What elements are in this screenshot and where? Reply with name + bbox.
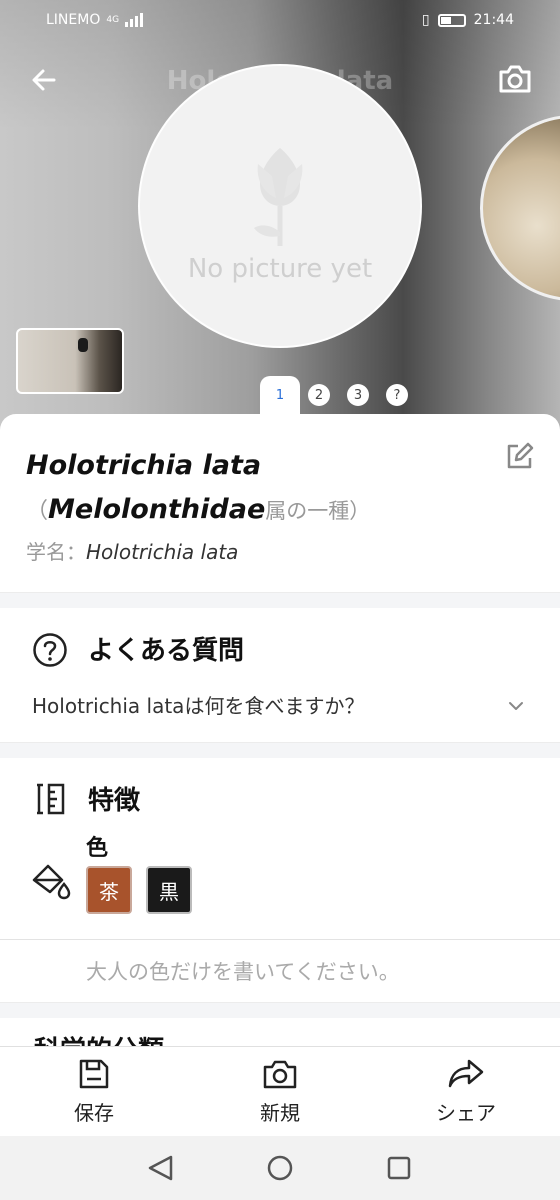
question-circle-icon (32, 632, 68, 668)
next-photo-preview[interactable] (480, 115, 560, 301)
section-gap (0, 742, 560, 758)
detail-sheet: Holotrichia lata（Melolonthidae属の一種） 学名：H… (0, 414, 560, 1054)
new-button[interactable]: 新規 (220, 1057, 340, 1126)
color-chip-brown[interactable]: 茶 (86, 866, 132, 914)
clock: 21:44 (473, 12, 514, 28)
divider (0, 939, 560, 940)
paren-open: （ (26, 499, 49, 524)
system-navigation-bar (0, 1136, 560, 1200)
share-arrow-icon (448, 1059, 484, 1088)
network-type: 4G (106, 15, 120, 25)
color-label: 色 (86, 836, 109, 861)
share-label: シェア (436, 1101, 496, 1125)
beetle-shape (78, 338, 88, 352)
triangle-back-icon (148, 1155, 173, 1181)
nav-back-button[interactable] (148, 1155, 173, 1181)
camera-icon (263, 1060, 297, 1089)
pager-dot-1[interactable]: 1 (269, 384, 291, 406)
camera-button[interactable] (496, 60, 534, 98)
nav-recents-button[interactable] (387, 1156, 411, 1180)
square-recents-icon (387, 1156, 411, 1180)
tulip-icon (254, 148, 303, 246)
circle-home-icon (267, 1155, 293, 1181)
edit-button[interactable] (504, 442, 534, 472)
species-heading: Holotrichia lata （Melolonthidae属の一種） (26, 444, 476, 534)
section-gap (0, 1002, 560, 1018)
color-chip-black[interactable]: 黒 (146, 866, 192, 914)
faq-title: よくある質問 (88, 636, 245, 666)
save-button[interactable]: 保存 (34, 1057, 154, 1126)
scientific-name-row: 学名：Holotrichia lata (26, 536, 238, 565)
features-title: 特徴 (88, 786, 141, 816)
hero-gallery[interactable]: Holotrichia lata No picture yet LINEMO 4… (0, 0, 560, 440)
status-bar: LINEMO 4G ▯ 21:44 (0, 0, 560, 42)
sci-label: 学名： (26, 540, 86, 564)
photo-pager: 1 2 3 ? (0, 376, 560, 420)
faq-expand-button[interactable] (506, 696, 526, 716)
family-suffix: 属の一種） (265, 499, 371, 523)
section-gap (0, 592, 560, 608)
ruler-icon (34, 782, 68, 816)
species-name: Holotrichia lata (26, 450, 262, 481)
bottom-action-bar: 保存 新規 シェア (0, 1046, 560, 1136)
save-icon (79, 1059, 109, 1089)
color-hint: 大人の色だけを書いてください。 (86, 960, 400, 984)
nav-home-button[interactable] (267, 1155, 293, 1181)
camera-icon (499, 65, 531, 93)
share-button[interactable]: シェア (406, 1057, 526, 1126)
chevron-down-icon (509, 702, 523, 710)
sci-value: Holotrichia lata (86, 540, 239, 564)
pager-dot-help[interactable]: ? (386, 384, 408, 406)
no-picture-text: No picture yet (187, 254, 373, 284)
battery-icon (437, 13, 466, 27)
pager-dot-3[interactable]: 3 (347, 384, 369, 406)
back-button[interactable] (26, 62, 62, 98)
carrier-name: LINEMO (46, 12, 101, 28)
edit-icon (507, 442, 534, 469)
faq-question[interactable]: Holotrichia lataは何を食べますか？ (32, 690, 364, 719)
photo-placeholder[interactable]: No picture yet (138, 64, 422, 348)
arrow-left-icon (32, 69, 56, 91)
pager-dot-2[interactable]: 2 (308, 384, 330, 406)
paint-bucket-icon (30, 860, 72, 900)
family-name: Melolonthidae (48, 494, 266, 525)
save-label: 保存 (74, 1101, 114, 1125)
signal-icon (125, 13, 144, 27)
new-label: 新規 (260, 1101, 300, 1125)
vibrate-icon: ▯ (421, 12, 430, 28)
